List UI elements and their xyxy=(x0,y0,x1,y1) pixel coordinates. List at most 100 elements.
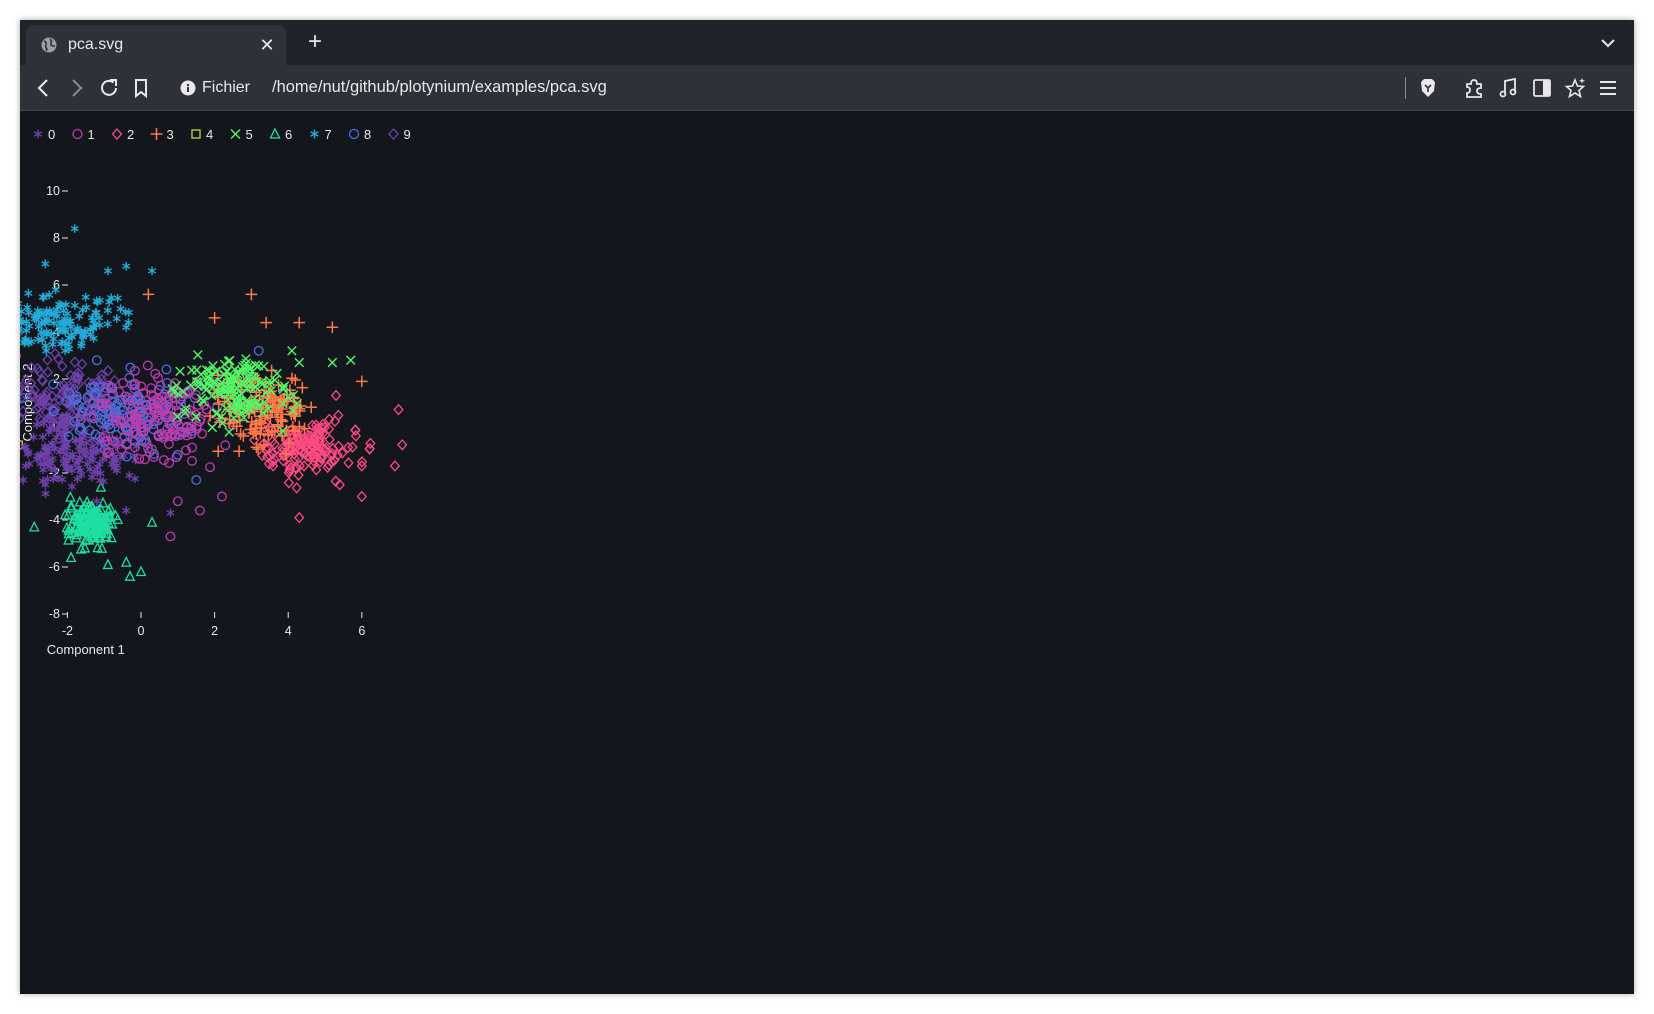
series-7 xyxy=(20,224,157,356)
data-point xyxy=(103,306,112,315)
pca-scatter-plot: 01234567891086420-2-4-6-8Component 2-8-6… xyxy=(20,127,411,657)
back-arrow-icon[interactable] xyxy=(32,76,56,100)
x-tick-label: 2 xyxy=(211,624,218,638)
x-tick-label: 6 xyxy=(358,624,365,638)
legend-label: 5 xyxy=(246,127,253,142)
data-point xyxy=(193,350,203,360)
puzzle-icon[interactable] xyxy=(1462,76,1486,100)
music-note-icon[interactable] xyxy=(1496,76,1520,100)
data-point xyxy=(124,570,136,581)
data-point xyxy=(159,455,169,466)
data-point xyxy=(389,460,401,472)
data-point xyxy=(253,345,264,356)
y-tick-label: 8 xyxy=(53,231,60,245)
page-content: 01234567891086420-2-4-6-8Component 2-8-6… xyxy=(20,111,1634,994)
data-point xyxy=(294,357,305,368)
data-point xyxy=(356,490,367,503)
data-point xyxy=(233,445,245,458)
data-point xyxy=(69,356,81,368)
data-point xyxy=(23,303,32,312)
data-point xyxy=(163,439,174,449)
data-point xyxy=(74,495,86,507)
y-tick-label: -8 xyxy=(49,607,60,621)
data-point xyxy=(327,357,338,368)
address-bar[interactable]: /home/nut/github/plotynium/examples/pca.… xyxy=(272,78,607,97)
legend-item-0: 0 xyxy=(33,127,55,142)
data-point xyxy=(191,475,202,486)
brave-shield-icon[interactable] xyxy=(1416,76,1440,100)
data-point xyxy=(237,430,250,442)
legend-label: 6 xyxy=(285,127,292,142)
data-point xyxy=(164,458,175,468)
legend-item-6: 6 xyxy=(269,127,292,142)
data-point xyxy=(42,366,54,378)
chevron-down-icon[interactable] xyxy=(1598,33,1618,53)
data-point xyxy=(28,520,40,532)
reload-icon[interactable] xyxy=(97,76,121,100)
data-point xyxy=(197,428,208,439)
hamburger-menu-icon[interactable] xyxy=(1596,76,1620,100)
data-point xyxy=(146,516,158,527)
legend-label: 2 xyxy=(127,127,134,142)
tab-bar: pca.svg ✕ + xyxy=(20,20,1634,65)
globe-icon xyxy=(40,36,58,54)
bookmark-icon[interactable] xyxy=(129,76,153,100)
close-tab-icon[interactable]: ✕ xyxy=(258,35,276,56)
legend-label: 0 xyxy=(48,127,55,142)
data-point xyxy=(397,439,408,451)
data-point xyxy=(38,292,47,302)
data-point xyxy=(120,556,132,567)
data-point xyxy=(103,319,112,329)
data-point xyxy=(48,340,57,349)
data-point xyxy=(194,505,205,516)
data-point xyxy=(259,361,269,372)
data-point xyxy=(289,374,302,386)
legend-item-4: 4 xyxy=(191,127,213,142)
data-point xyxy=(393,403,404,416)
y-tick-label: 10 xyxy=(46,184,60,198)
data-point xyxy=(172,496,183,507)
sparkle-star-icon[interactable] xyxy=(1563,76,1587,100)
scatter-points xyxy=(20,224,408,581)
data-point xyxy=(102,558,114,570)
data-point xyxy=(70,224,79,233)
info-icon xyxy=(180,80,196,96)
data-point xyxy=(130,474,139,484)
data-point xyxy=(305,401,318,414)
data-point xyxy=(118,377,129,388)
data-point xyxy=(42,354,53,366)
tab-title: pca.svg xyxy=(68,36,124,53)
data-point xyxy=(293,316,306,329)
data-point xyxy=(161,364,172,375)
legend-item-5: 5 xyxy=(230,127,253,142)
toolbar-divider xyxy=(1405,77,1406,99)
data-point xyxy=(186,365,197,375)
data-point xyxy=(212,445,225,458)
sidebar-icon[interactable] xyxy=(1530,76,1554,100)
new-tab-button[interactable]: + xyxy=(302,30,328,56)
data-point xyxy=(296,381,309,394)
data-point xyxy=(175,366,185,377)
tab-pca-svg[interactable]: pca.svg ✕ xyxy=(26,25,286,65)
data-point xyxy=(205,462,215,473)
legend-label: 7 xyxy=(325,127,332,142)
legend-item-8: 8 xyxy=(348,127,371,142)
data-point xyxy=(65,551,77,563)
data-point xyxy=(142,288,155,301)
chart-legend: 0 1 2 3 4 5 6 7 8 9 xyxy=(33,127,411,142)
data-point xyxy=(249,434,260,446)
browser-window: pca.svg ✕ + Fichier /home/nut/github/plo… xyxy=(20,20,1634,994)
legend-item-1: 1 xyxy=(72,127,95,142)
data-point xyxy=(283,476,294,489)
data-point xyxy=(260,316,272,329)
site-info-button[interactable]: Fichier xyxy=(180,76,250,100)
data-point xyxy=(245,288,258,301)
data-point xyxy=(207,422,218,433)
data-point xyxy=(330,389,342,402)
y-tick-label: -6 xyxy=(49,560,60,574)
forward-arrow-icon[interactable] xyxy=(64,76,88,100)
data-point xyxy=(165,531,176,542)
site-info-label: Fichier xyxy=(202,79,251,96)
data-point xyxy=(287,346,297,356)
data-point xyxy=(70,301,79,310)
